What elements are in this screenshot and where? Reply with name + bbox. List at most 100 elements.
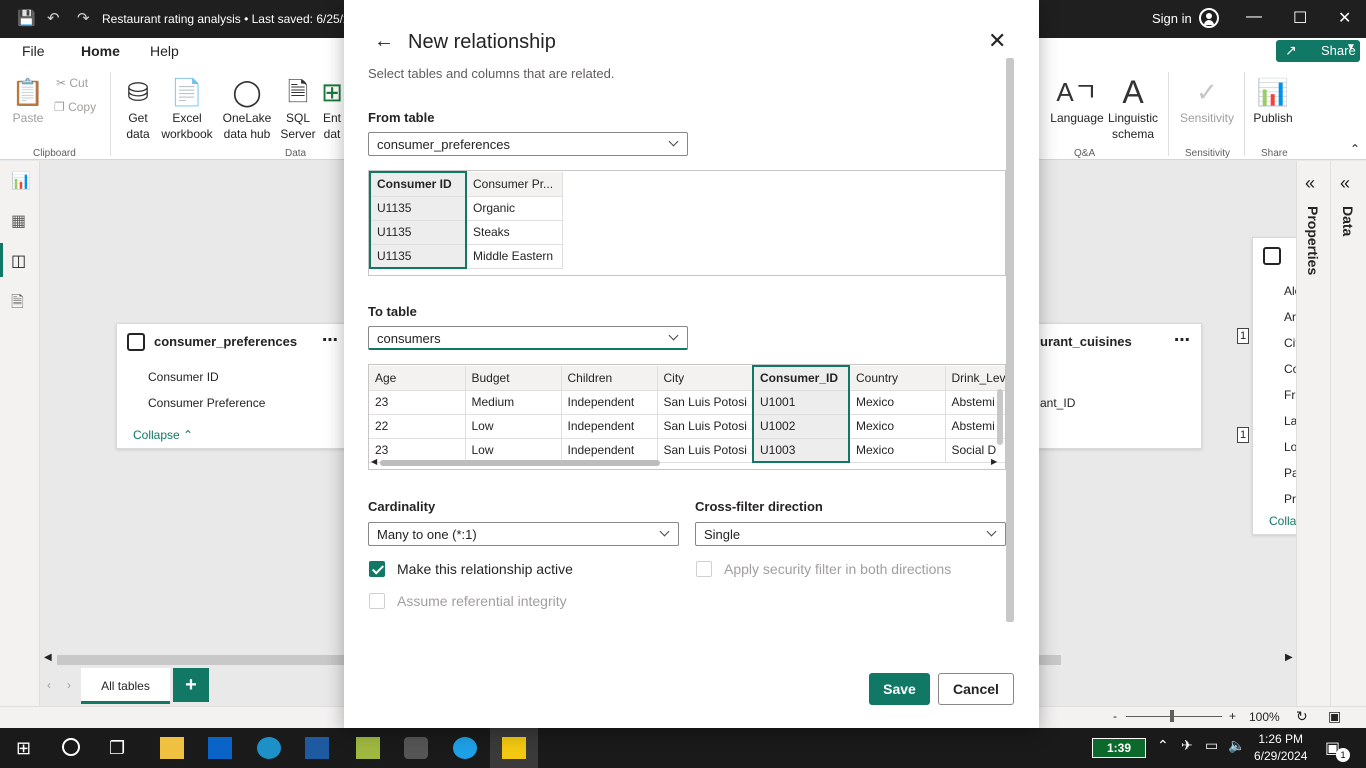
volume-icon[interactable]: 🔈: [1228, 737, 1245, 754]
linguistic-schema-button[interactable]: A Linguistic schema: [1106, 74, 1160, 142]
excel-workbook-button[interactable]: 📄 Excel workbook: [158, 74, 216, 142]
sql-server-button[interactable]: 🗎 SQL Server: [278, 74, 318, 142]
menu-home[interactable]: Home: [81, 43, 120, 67]
sign-in-link[interactable]: Sign in: [1152, 11, 1192, 26]
sensitivity-button[interactable]: ✓ Sensitivity: [1176, 74, 1238, 126]
column-header[interactable]: Age: [369, 366, 466, 391]
tray-chevron-icon[interactable]: ⌃: [1157, 737, 1169, 754]
column-header-consumer-id[interactable]: Consumer_ID: [752, 365, 850, 391]
share-button[interactable]: ↗ Share ▼: [1276, 40, 1360, 62]
model-view-icon[interactable]: ◫: [11, 251, 26, 271]
battery-icon[interactable]: ▭: [1205, 737, 1218, 754]
field-item[interactable]: Pr: [1284, 492, 1296, 506]
column-header-consumer-id[interactable]: Consumer ID: [369, 171, 467, 197]
edge-icon[interactable]: [257, 737, 281, 759]
maximize-button[interactable]: ☐: [1293, 8, 1307, 28]
table-cell: U1002: [752, 414, 850, 439]
minimize-button[interactable]: —: [1246, 8, 1262, 26]
dax-query-view-icon[interactable]: 🗎: [11, 291, 24, 318]
security-filter-label: Apply security filter in both directions: [724, 561, 952, 577]
outlook-icon[interactable]: [208, 737, 232, 759]
scroll-left-icon[interactable]: ◀: [44, 652, 52, 663]
preview-vertical-scrollbar[interactable]: [997, 389, 1003, 445]
to-table-dropdown[interactable]: consumers: [368, 326, 688, 350]
enter-data-button[interactable]: ⊞ Ent dat: [320, 74, 344, 142]
copy-button[interactable]: ❐ Copy: [54, 100, 96, 114]
system-clock[interactable]: 1:26 PM 6/29/2024: [1254, 731, 1307, 765]
redo-icon[interactable]: ↷: [77, 9, 90, 27]
publish-button[interactable]: 📊 Publish: [1250, 74, 1296, 126]
active-relationship-checkbox[interactable]: [369, 561, 385, 577]
cardinality-dropdown[interactable]: Many to one (*:1): [368, 522, 679, 546]
column-header[interactable]: Consumer Pr...: [466, 172, 563, 197]
properties-pane-label[interactable]: Properties: [1305, 206, 1321, 275]
zoom-slider[interactable]: [1126, 716, 1222, 717]
scroll-right-icon[interactable]: ▶: [991, 457, 997, 466]
collapse-link[interactable]: Colla: [1269, 514, 1296, 528]
field-item[interactable]: ant_ID: [1040, 396, 1075, 410]
remote-desktop-icon[interactable]: [305, 737, 329, 759]
from-table-dropdown[interactable]: consumer_preferences: [368, 132, 688, 156]
close-icon[interactable]: ✕: [988, 30, 1006, 52]
zoom-in-icon[interactable]: +: [1229, 709, 1236, 723]
account-icon[interactable]: [1199, 8, 1219, 28]
onelake-data-hub-button[interactable]: ◯ OneLake data hub: [216, 74, 278, 142]
language-button[interactable]: Aㄱ Language: [1050, 74, 1104, 126]
search-icon[interactable]: [62, 738, 80, 756]
skype-icon[interactable]: [453, 737, 477, 759]
cancel-button[interactable]: Cancel: [938, 673, 1014, 705]
windows-start-icon[interactable]: ⊞: [16, 738, 31, 759]
referential-integrity-checkbox[interactable]: [369, 593, 385, 609]
snipping-tool-icon[interactable]: [356, 737, 380, 759]
dialog-scrollbar[interactable]: [1006, 58, 1014, 622]
zoom-out-icon[interactable]: -: [1113, 709, 1117, 723]
airplane-icon[interactable]: ✈: [1181, 737, 1193, 754]
get-data-button[interactable]: ⛁ Get data: [118, 74, 158, 142]
collapse-ribbon-icon[interactable]: ⌃: [1350, 142, 1360, 156]
cut-button[interactable]: ✂ Cut: [56, 76, 88, 90]
collapse-link[interactable]: Collapse ⌃: [133, 428, 193, 442]
tab-next-icon[interactable]: ›: [67, 678, 71, 692]
table-card-partial[interactable]: Alc Ar Cit Co Fra La Lo Pa Pr Colla: [1252, 237, 1302, 535]
more-options-icon[interactable]: ⋯: [322, 330, 338, 350]
save-button[interactable]: Save: [869, 673, 930, 705]
tab-all-tables[interactable]: All tables: [81, 668, 170, 704]
column-header[interactable]: Budget: [465, 366, 562, 391]
column-header[interactable]: Country: [849, 366, 946, 391]
security-filter-checkbox[interactable]: [696, 561, 712, 577]
report-view-icon[interactable]: 📊: [11, 171, 31, 191]
more-options-icon[interactable]: ⋯: [1174, 330, 1190, 350]
scroll-left-icon[interactable]: ◀: [371, 457, 377, 466]
fit-to-screen-icon[interactable]: ↻: [1296, 708, 1308, 725]
undo-icon[interactable]: ↶: [47, 9, 60, 27]
cross-filter-dropdown[interactable]: Single: [695, 522, 1006, 546]
power-bi-icon[interactable]: [502, 737, 526, 759]
expand-data-icon[interactable]: «: [1340, 173, 1350, 194]
close-window-button[interactable]: ✕: [1338, 8, 1351, 28]
field-item[interactable]: Ar: [1284, 310, 1296, 324]
scroll-right-icon[interactable]: ▶: [1285, 652, 1293, 663]
paste-button[interactable]: 📋 Paste: [10, 74, 46, 126]
field-item[interactable]: Consumer Preference: [148, 396, 265, 410]
battery-indicator[interactable]: 1:39: [1092, 738, 1146, 758]
column-header[interactable]: City: [657, 366, 754, 391]
column-header[interactable]: Drink_Leve: [945, 366, 1005, 391]
security-icon[interactable]: [404, 737, 428, 759]
table-view-icon[interactable]: ▦: [11, 211, 26, 231]
data-pane-label[interactable]: Data: [1340, 206, 1356, 236]
task-view-icon[interactable]: ❐: [109, 738, 125, 759]
expand-properties-icon[interactable]: «: [1305, 173, 1315, 194]
add-layout-button[interactable]: +: [173, 668, 209, 702]
fullscreen-icon[interactable]: ▣: [1328, 708, 1341, 725]
file-explorer-icon[interactable]: [160, 737, 184, 759]
menu-file[interactable]: File: [22, 43, 45, 59]
menu-help[interactable]: Help: [150, 43, 179, 59]
field-item[interactable]: Consumer ID: [148, 370, 219, 384]
preview-horizontal-scrollbar[interactable]: ◀ ▶: [371, 457, 1001, 467]
zoom-slider-thumb[interactable]: [1170, 710, 1174, 722]
tab-prev-icon[interactable]: ‹: [47, 678, 51, 692]
back-arrow-icon[interactable]: ←: [374, 30, 394, 53]
table-card-consumer-preferences[interactable]: consumer_preferences ⋯ Consumer ID Consu…: [116, 323, 352, 449]
save-icon[interactable]: 💾: [17, 9, 36, 27]
column-header[interactable]: Children: [561, 366, 658, 391]
